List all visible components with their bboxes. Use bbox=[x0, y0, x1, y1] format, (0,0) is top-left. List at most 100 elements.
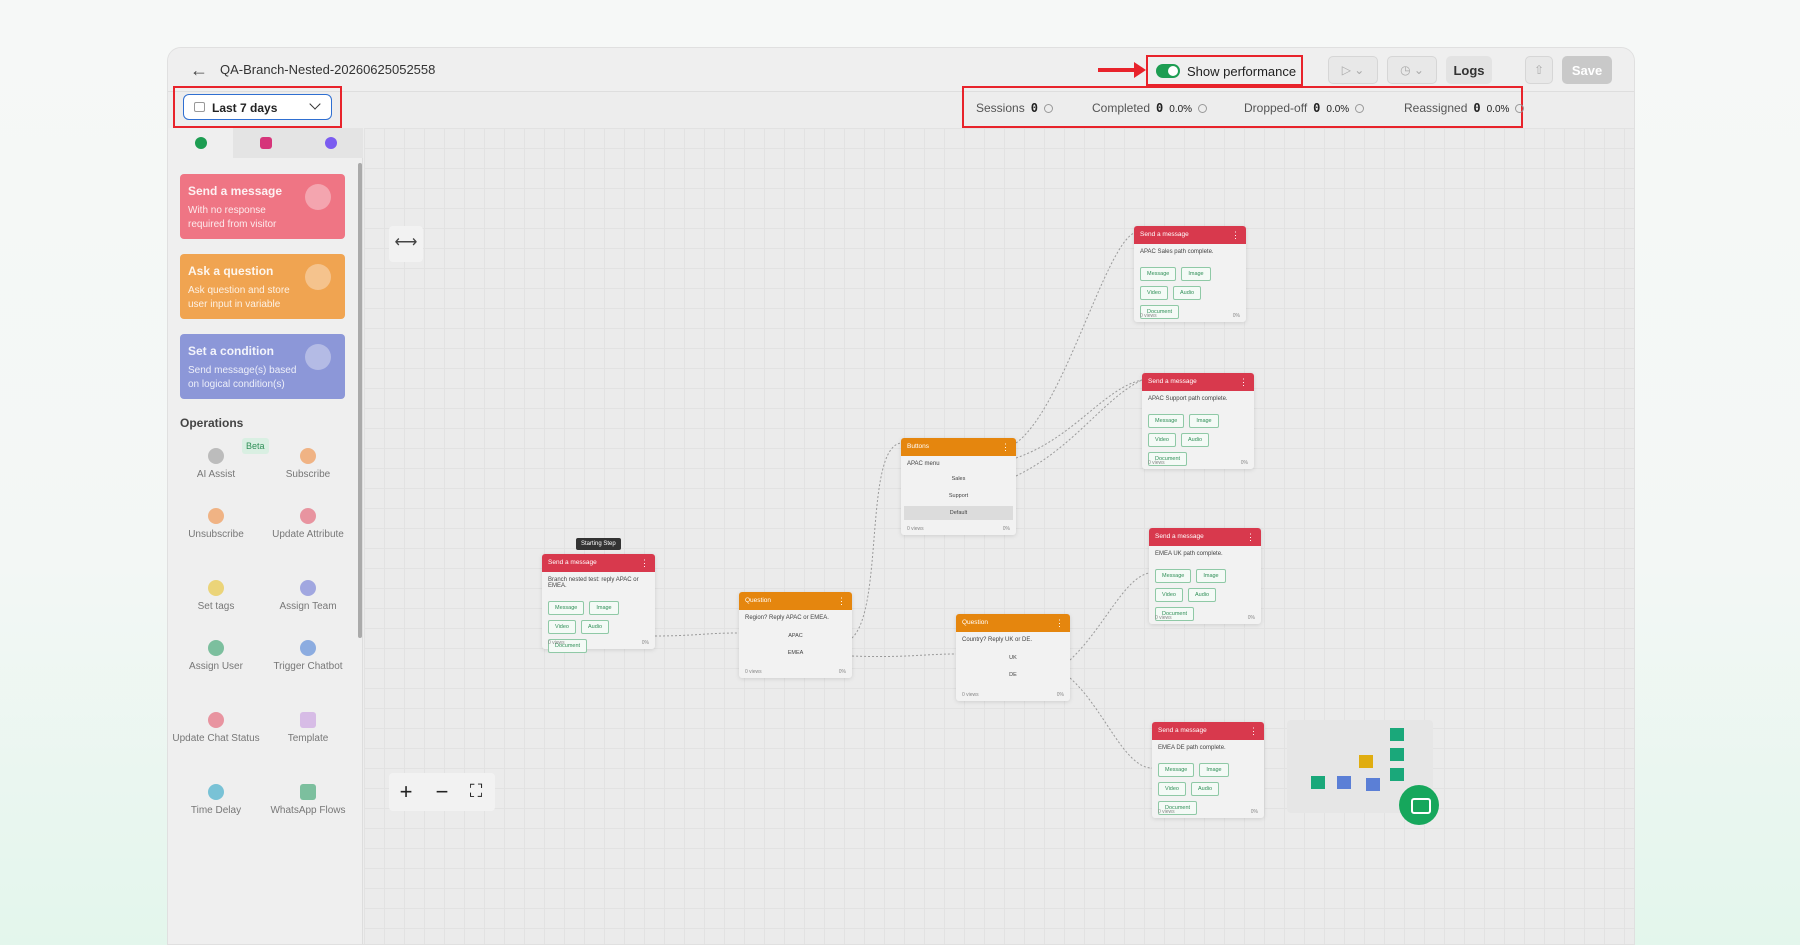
node-question-region[interactable]: Question Region? Reply APAC or EMEA. APA… bbox=[739, 592, 852, 678]
media-button[interactable]: Message bbox=[1140, 267, 1177, 281]
stat-completed: Completed 0 0.0% bbox=[1092, 101, 1208, 115]
media-button[interactable]: Image bbox=[1199, 763, 1229, 777]
flow-canvas[interactable]: ⟷ Starting Step Send a message Branch ne… bbox=[364, 128, 1634, 944]
media-button[interactable]: Message bbox=[1158, 763, 1195, 777]
option-apac[interactable]: APAC bbox=[742, 629, 849, 643]
op-set-tags[interactable]: Set tags bbox=[170, 580, 262, 614]
op-subscribe[interactable]: Subscribe bbox=[262, 448, 354, 482]
media-button[interactable]: Video bbox=[1155, 588, 1183, 602]
node-question-country[interactable]: Question Country? Reply UK or DE. UK DE … bbox=[956, 614, 1070, 701]
media-button[interactable]: Audio bbox=[1172, 286, 1202, 300]
stat-value: 0 bbox=[1030, 101, 1038, 115]
op-update-attribute[interactable]: Update Attribute bbox=[262, 508, 354, 542]
op-label: WhatsApp Flows bbox=[270, 805, 346, 816]
node-end-apac-support[interactable]: Send a message APAC Support path complet… bbox=[1142, 373, 1254, 469]
media-button[interactable]: Image bbox=[1181, 267, 1211, 281]
option-default[interactable]: Default bbox=[904, 506, 1013, 520]
option-de[interactable]: DE bbox=[959, 668, 1067, 682]
info-icon[interactable] bbox=[1515, 104, 1525, 113]
tab-instagram[interactable] bbox=[233, 128, 298, 158]
chat-support-icon[interactable] bbox=[1399, 785, 1439, 825]
op-ai-assist[interactable]: Beta AI Assist bbox=[170, 438, 269, 482]
op-update-chat-status[interactable]: Update Chat Status bbox=[170, 712, 262, 746]
op-template[interactable]: Template bbox=[262, 712, 354, 746]
node-end-emea-uk[interactable]: Send a message EMEA UK path complete. Me… bbox=[1149, 528, 1261, 624]
op-whatsapp-flows[interactable]: WhatsApp Flows bbox=[262, 784, 354, 818]
op-time-delay[interactable]: Time Delay bbox=[170, 784, 262, 818]
op-assign-user[interactable]: Assign User bbox=[170, 640, 262, 674]
annotation-arrow bbox=[1098, 62, 1146, 78]
media-button[interactable]: Video bbox=[1158, 782, 1186, 796]
card-send-message[interactable]: Send a message With no response required… bbox=[180, 174, 345, 239]
node-views: 0 views bbox=[548, 640, 565, 646]
info-icon[interactable] bbox=[1355, 104, 1365, 113]
node-buttons-apac-menu[interactable]: Buttons APAC menu Sales Support Default … bbox=[901, 438, 1016, 535]
collapse-sidebar-button[interactable]: ⟷ bbox=[389, 226, 423, 262]
media-button[interactable]: Image bbox=[589, 601, 619, 615]
media-button[interactable]: Message bbox=[548, 601, 585, 615]
media-button[interactable]: Message bbox=[1155, 569, 1192, 583]
node-text: APAC menu bbox=[907, 461, 940, 467]
media-button[interactable]: Video bbox=[1140, 286, 1168, 300]
media-button[interactable]: Message bbox=[1148, 414, 1185, 428]
tab-messenger[interactable] bbox=[298, 128, 363, 158]
op-assign-team[interactable]: Assign Team bbox=[262, 580, 354, 614]
op-trigger-chatbot[interactable]: Trigger Chatbot bbox=[262, 640, 354, 674]
clock-icon: ◷ ⌄ bbox=[1400, 63, 1424, 77]
zoom-controls: + − ⛶ bbox=[389, 773, 495, 811]
back-arrow-icon[interactable]: ← bbox=[190, 60, 208, 81]
history-button[interactable]: ◷ ⌄ bbox=[1387, 56, 1437, 84]
card-desc: Ask question and store user input in var… bbox=[188, 285, 290, 310]
show-performance-toggle[interactable]: Show performance bbox=[1146, 55, 1303, 86]
export-button[interactable]: ⇧ bbox=[1525, 56, 1553, 84]
node-pct: 0% bbox=[838, 669, 846, 675]
save-button[interactable]: Save bbox=[1562, 56, 1612, 84]
node-views: 0 views bbox=[1140, 313, 1157, 319]
media-button[interactable]: Image bbox=[1196, 569, 1226, 583]
node-pct: 0% bbox=[1240, 460, 1248, 466]
node-pct: 0% bbox=[1232, 313, 1240, 319]
media-button[interactable]: Audio bbox=[580, 620, 610, 634]
tab-whatsapp[interactable] bbox=[168, 128, 233, 158]
node-start-message[interactable]: Send a message Branch nested test: reply… bbox=[542, 554, 655, 653]
logs-button[interactable]: Logs bbox=[1446, 56, 1492, 84]
info-icon[interactable] bbox=[1043, 104, 1053, 113]
date-range-select[interactable]: Last 7 days bbox=[183, 94, 332, 120]
template-icon bbox=[300, 712, 316, 728]
gear-icon bbox=[208, 448, 224, 464]
sidebar-scrollbar[interactable] bbox=[358, 163, 362, 638]
performance-stats: Sessions 0 Completed 0 0.0% Dropped-off 0 0.0… bbox=[962, 86, 1525, 128]
media-button[interactable]: Audio bbox=[1190, 782, 1220, 796]
node-end-emea-de[interactable]: Send a message EMEA DE path complete. Me… bbox=[1152, 722, 1264, 818]
op-label: AI Assist bbox=[196, 469, 236, 480]
media-button[interactable]: Audio bbox=[1180, 433, 1210, 447]
flow-builder-window: ← QA-Branch-Nested-20260625052558 Show p… bbox=[167, 47, 1635, 945]
zoom-out-icon[interactable]: − bbox=[427, 779, 457, 805]
node-text: Region? Reply APAC or EMEA. bbox=[745, 615, 829, 621]
media-button[interactable]: Video bbox=[548, 620, 576, 634]
toggle-switch[interactable] bbox=[1156, 64, 1180, 78]
node-pct: 0% bbox=[1002, 526, 1010, 532]
media-button[interactable]: Image bbox=[1189, 414, 1219, 428]
info-icon[interactable] bbox=[1198, 104, 1208, 113]
option-uk[interactable]: UK bbox=[959, 651, 1067, 665]
zoom-in-icon[interactable]: + bbox=[391, 779, 421, 805]
card-ask-question[interactable]: Ask a question Ask question and store us… bbox=[180, 254, 345, 319]
option-emea[interactable]: EMEA bbox=[742, 646, 849, 660]
media-button[interactable]: Video bbox=[1148, 433, 1176, 447]
condition-icon bbox=[305, 344, 331, 370]
operations-heading: Operations bbox=[180, 416, 244, 430]
op-unsubscribe[interactable]: Unsubscribe bbox=[170, 508, 262, 542]
card-set-condition[interactable]: Set a condition Send message(s) based on… bbox=[180, 334, 345, 399]
node-views: 0 views bbox=[1158, 809, 1175, 815]
chat-status-icon bbox=[208, 712, 224, 728]
media-button[interactable]: Audio bbox=[1187, 588, 1217, 602]
node-title: Question bbox=[739, 592, 852, 610]
fit-view-icon[interactable]: ⛶ bbox=[461, 781, 491, 802]
node-end-apac-sales[interactable]: Send a message APAC Sales path complete.… bbox=[1134, 226, 1246, 322]
option-support[interactable]: Support bbox=[904, 489, 1013, 503]
option-sales[interactable]: Sales bbox=[904, 472, 1013, 486]
stat-percent: 0.0% bbox=[1169, 104, 1193, 115]
run-button[interactable]: ▷ ⌄ bbox=[1328, 56, 1378, 84]
team-icon bbox=[300, 580, 316, 596]
